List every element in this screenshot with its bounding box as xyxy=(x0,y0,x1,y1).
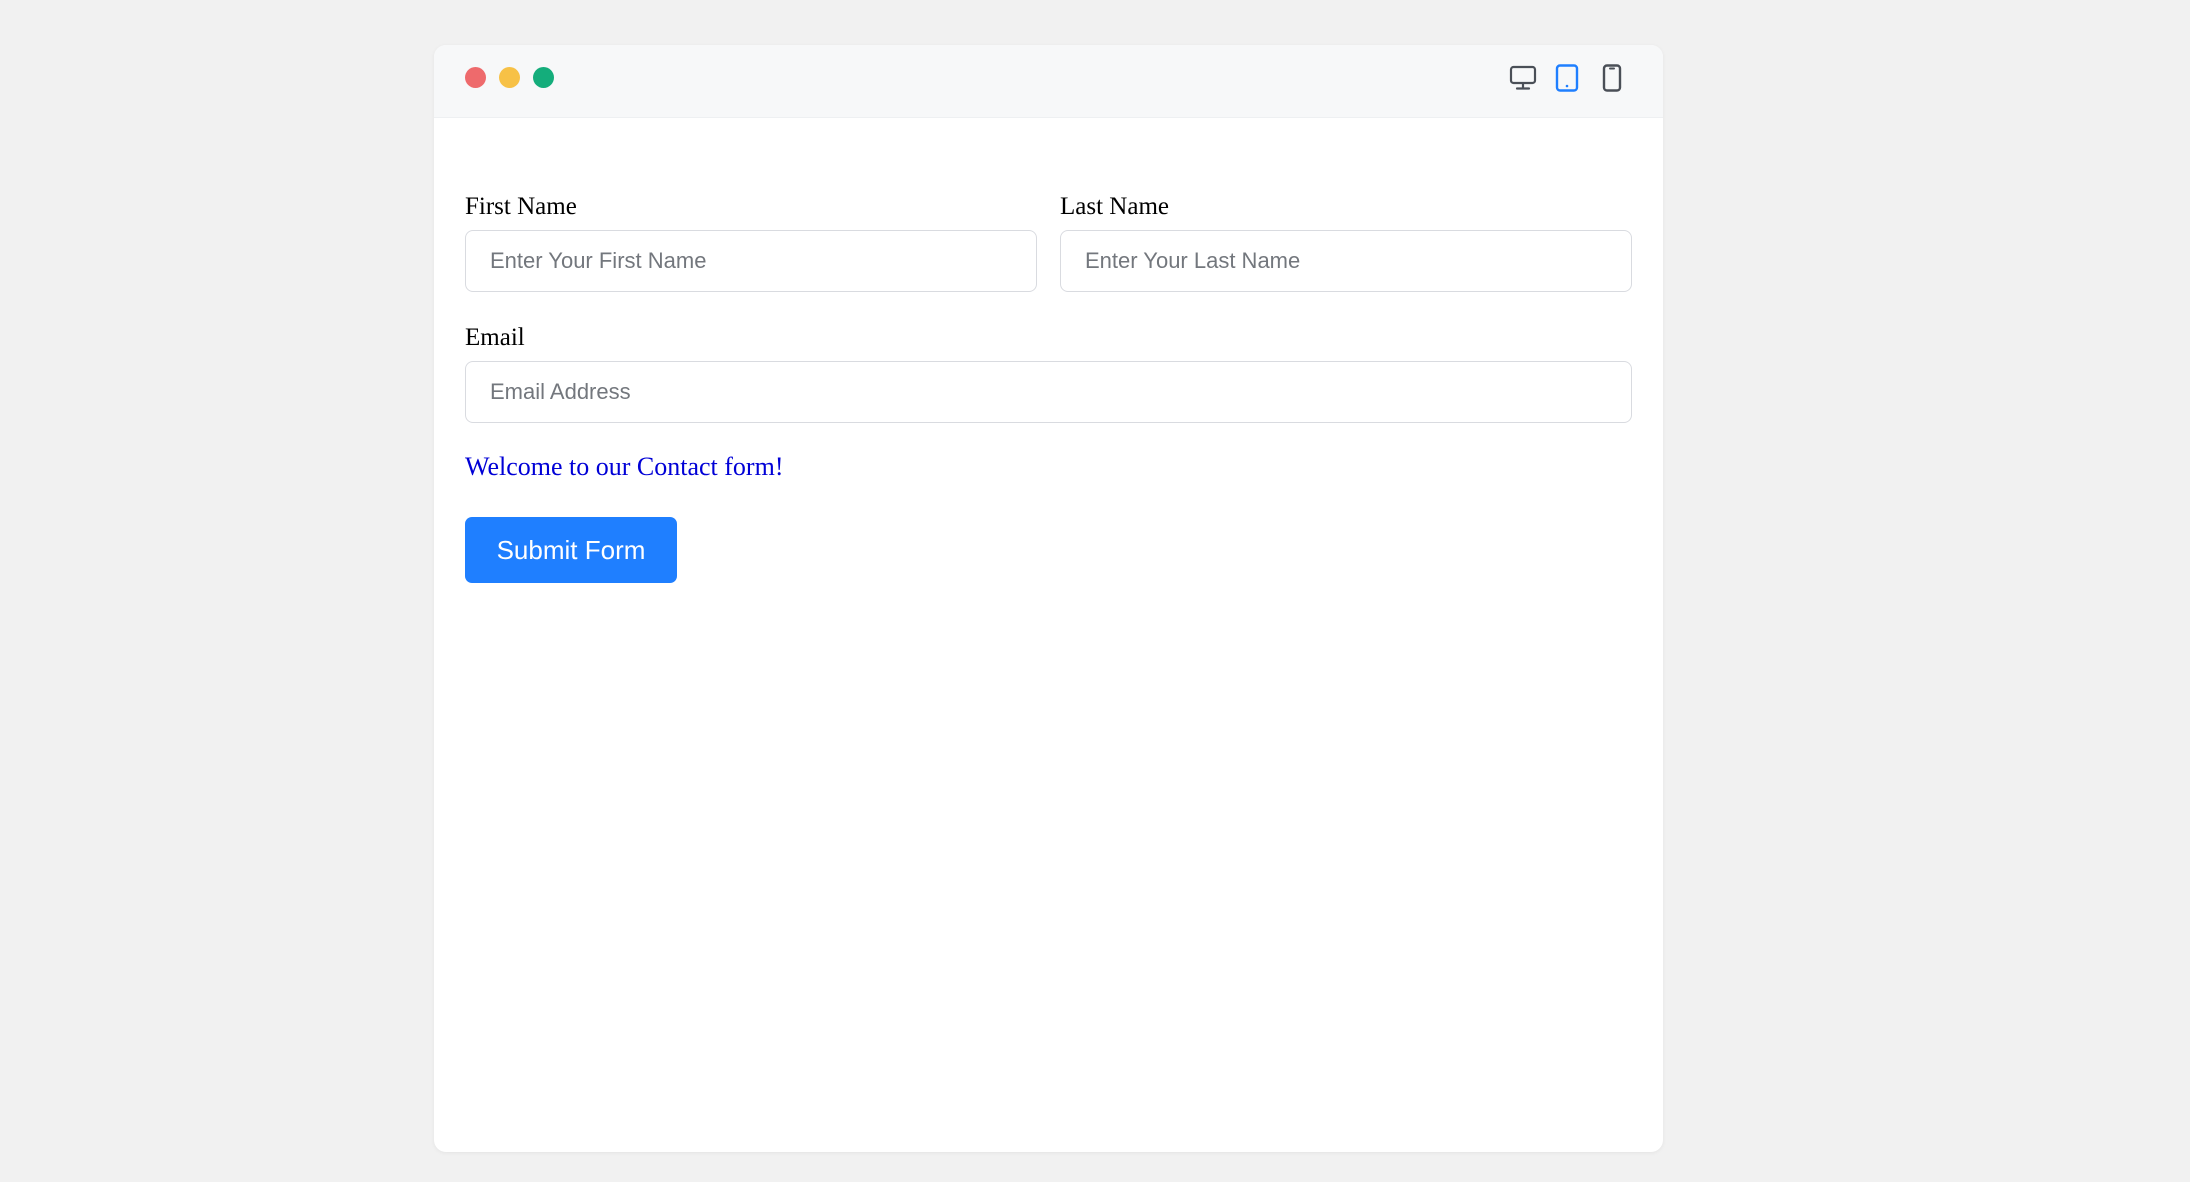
last-name-input[interactable] xyxy=(1060,230,1632,292)
app-window: First Name Last Name Email Welcome to ou… xyxy=(434,45,1663,1152)
email-label: Email xyxy=(465,324,525,351)
desktop-view-button[interactable] xyxy=(1507,62,1539,94)
submit-form-button[interactable]: Submit Form xyxy=(465,517,677,583)
minimize-dot-icon[interactable] xyxy=(499,67,520,88)
tablet-icon xyxy=(1555,64,1579,92)
mobile-view-button[interactable] xyxy=(1596,62,1628,94)
tablet-view-button[interactable] xyxy=(1551,62,1583,94)
last-name-label: Last Name xyxy=(1060,193,1169,220)
window-titlebar xyxy=(434,45,1663,118)
desktop-monitor-icon xyxy=(1509,65,1537,90)
maximize-dot-icon[interactable] xyxy=(533,67,554,88)
welcome-message: Welcome to our Contact form! xyxy=(465,452,784,481)
first-name-label: First Name xyxy=(465,193,577,220)
email-input[interactable] xyxy=(465,361,1632,423)
mobile-phone-icon xyxy=(1602,64,1622,92)
first-name-input[interactable] xyxy=(465,230,1037,292)
close-dot-icon[interactable] xyxy=(465,67,486,88)
